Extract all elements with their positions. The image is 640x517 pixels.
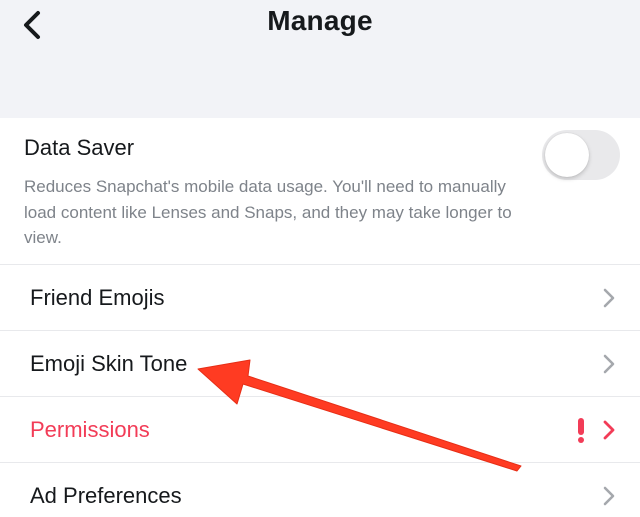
chevron-right-icon (603, 486, 615, 506)
settings-row-friend-emojis[interactable]: Friend Emojis (0, 265, 640, 331)
row-label: Ad Preferences (30, 483, 182, 508)
row-label: Friend Emojis (30, 285, 165, 310)
toggle-knob (545, 133, 589, 177)
settings-row-permissions[interactable]: Permissions (0, 397, 640, 463)
chevron-right-icon (603, 354, 615, 374)
page-title: Manage (267, 5, 373, 36)
chevron-right-icon (603, 288, 615, 308)
data-saver-toggle[interactable] (542, 130, 620, 180)
settings-row-ad-preferences[interactable]: Ad Preferences (0, 463, 640, 517)
header-bar: Manage (0, 0, 640, 118)
settings-list: Data Saver Reduces Snapchat's mobile dat… (0, 118, 640, 517)
exclamation-icon (578, 418, 584, 443)
row-label: Emoji Skin Tone (30, 351, 188, 376)
data-saver-section: Data Saver Reduces Snapchat's mobile dat… (0, 118, 640, 265)
settings-row-emoji-skin-tone[interactable]: Emoji Skin Tone (0, 331, 640, 397)
data-saver-description: Reduces Snapchat's mobile data usage. Yo… (24, 177, 512, 247)
row-label: Permissions (30, 417, 150, 442)
data-saver-title: Data Saver (24, 135, 135, 160)
chevron-right-icon (603, 420, 615, 440)
